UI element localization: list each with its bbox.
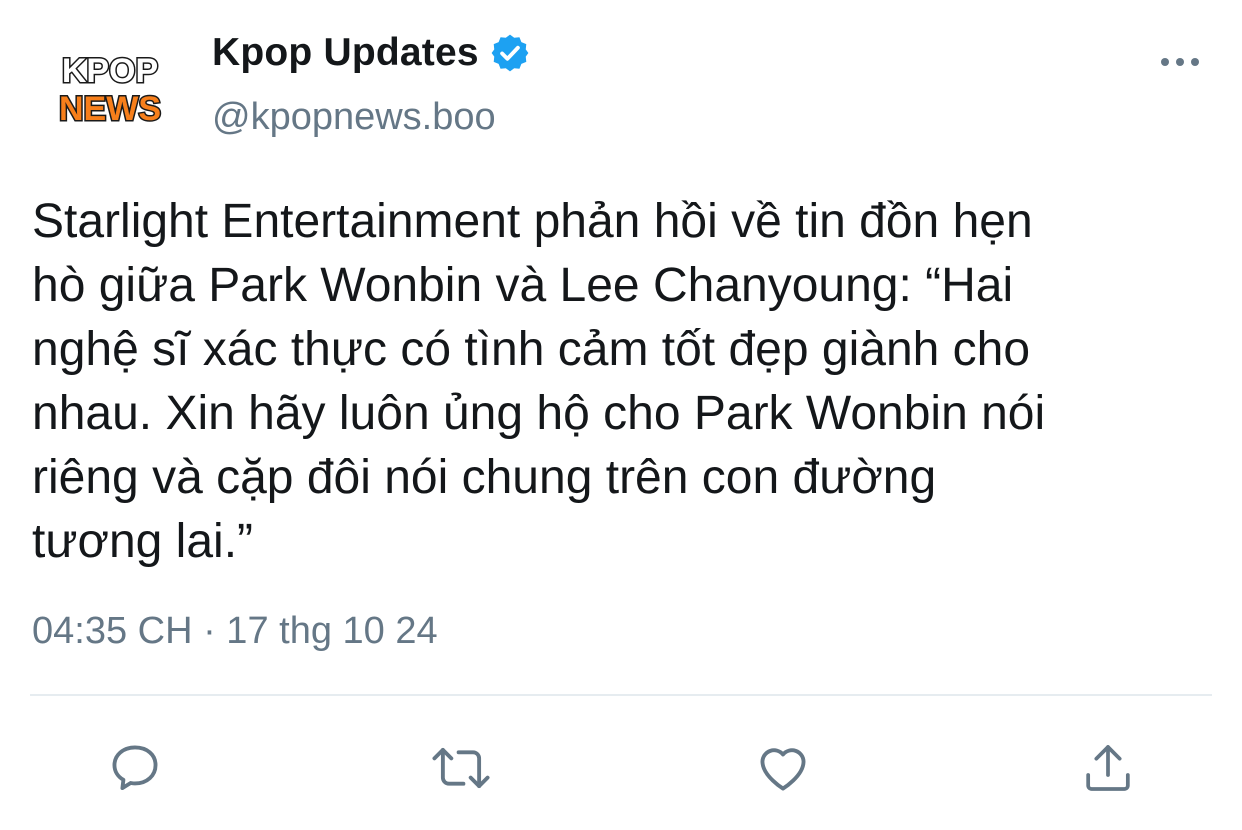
retweet-icon xyxy=(432,747,490,789)
avatar[interactable]: KPOP NEWS xyxy=(50,40,170,140)
heart-icon xyxy=(760,748,806,791)
kpop-news-logo: KPOP NEWS xyxy=(58,51,163,130)
action-bar xyxy=(0,730,1242,810)
tweet-card: KPOP NEWS Kpop Updates @kpopnews.boo Sta… xyxy=(0,0,1242,830)
tweet-text: Starlight Entertainment phản hồi về tin … xyxy=(32,190,1232,574)
tweet-text-line: tương lai.” xyxy=(32,515,254,568)
more-options-button[interactable] xyxy=(1150,40,1210,84)
verified-badge-icon xyxy=(491,34,529,72)
user-handle[interactable]: @kpopnews.boo xyxy=(212,96,496,139)
tweet-text-line: nghệ sĩ xác thực có tình cảm tốt đẹp già… xyxy=(32,323,1031,376)
retweet-button[interactable] xyxy=(421,730,501,806)
share-icon xyxy=(1086,745,1130,791)
tweet-text-line: nhau. Xin hãy luôn ủng hộ cho Park Wonbi… xyxy=(32,387,1046,440)
tweet-text-line: hò giữa Park Wonbin và Lee Chanyoung: “H… xyxy=(32,259,1014,312)
reply-button[interactable] xyxy=(95,730,175,806)
tweet-text-line: riêng và cặp đôi nói chung trên con đườn… xyxy=(32,451,937,504)
divider xyxy=(30,694,1212,696)
logo-line-2: NEWS xyxy=(59,90,161,128)
reply-icon xyxy=(112,745,158,790)
like-button[interactable] xyxy=(743,730,823,806)
tweet-text-line: Starlight Entertainment phản hồi về tin … xyxy=(32,195,1033,248)
share-button[interactable] xyxy=(1068,730,1148,806)
tweet-timestamp[interactable]: 04:35 CH · 17 thg 10 24 xyxy=(32,610,438,653)
display-name[interactable]: Kpop Updates xyxy=(212,31,479,75)
more-dots-icon xyxy=(1161,58,1199,66)
author-name-row: Kpop Updates xyxy=(212,28,531,78)
logo-line-1: KPOP xyxy=(62,52,158,90)
